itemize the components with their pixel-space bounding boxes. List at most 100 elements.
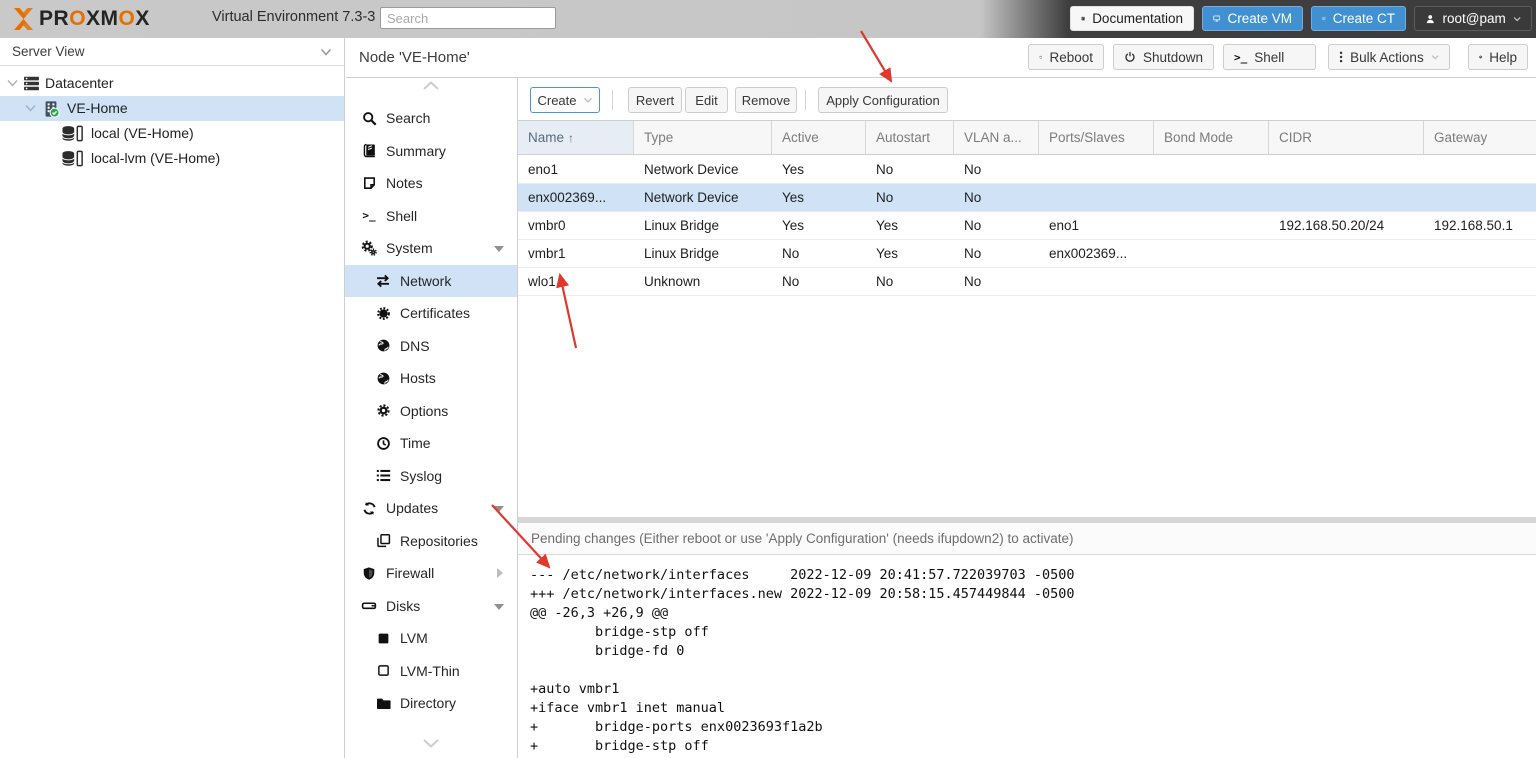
user-menu-button[interactable]: root@pam <box>1414 6 1532 31</box>
sidebar-item-updates[interactable]: Updates <box>345 492 517 525</box>
scroll-up-icon[interactable] <box>345 80 517 91</box>
datacenter-icon <box>23 75 40 92</box>
table-row[interactable]: enx002369... Network Device Yes No No <box>518 184 1536 212</box>
tree-item-storage-local-lvm[interactable]: local-lvm (VE-Home) <box>0 146 344 171</box>
column-header-name[interactable]: Name↑ <box>518 121 634 154</box>
page-title: Node 'VE-Home' <box>359 38 470 77</box>
reboot-button[interactable]: Reboot <box>1028 44 1104 70</box>
column-header-active[interactable]: Active <box>772 121 866 154</box>
tree-item-storage-local[interactable]: local (VE-Home) <box>0 121 344 146</box>
sidebar-item-search[interactable]: Search <box>345 102 517 135</box>
sidebar-item-system[interactable]: System <box>345 232 517 265</box>
search-input[interactable] <box>380 7 556 29</box>
node-icon <box>42 100 60 118</box>
view-selector[interactable]: Server View <box>0 38 344 66</box>
search-icon <box>360 111 378 126</box>
resource-tree-panel: Server View Datacenter <box>0 38 345 758</box>
remove-button[interactable]: Remove <box>735 87 797 113</box>
revert-button[interactable]: Revert <box>628 87 682 113</box>
folder-icon <box>374 697 392 710</box>
column-header-gateway[interactable]: Gateway <box>1424 121 1536 154</box>
sidebar-item-shell[interactable]: >_ Shell <box>345 200 517 233</box>
chevron-down-icon[interactable] <box>494 246 504 252</box>
note-icon <box>360 176 378 191</box>
chevron-expanded-icon[interactable] <box>25 104 36 112</box>
exchange-icon <box>374 274 392 288</box>
gear-icon <box>374 403 392 418</box>
sidebar-item-options[interactable]: Options <box>345 395 517 428</box>
tree-item-datacenter[interactable]: Datacenter <box>0 71 344 96</box>
create-button[interactable]: Create <box>530 87 600 113</box>
terminal-icon: >_ <box>1234 51 1247 64</box>
toolbar-separator <box>612 90 613 110</box>
table-row[interactable]: vmbr0 Linux Bridge Yes Yes No eno1 192.1… <box>518 212 1536 240</box>
shell-button[interactable]: >_ Shell <box>1223 44 1316 70</box>
help-icon: ? <box>1479 50 1482 64</box>
pending-changes-header: Pending changes (Either reboot or use 'A… <box>518 523 1536 555</box>
sidebar-item-certificates[interactable]: Certificates <box>345 297 517 330</box>
chevron-down-icon <box>1431 54 1439 61</box>
create-ct-button[interactable]: Create CT <box>1311 6 1406 31</box>
shutdown-button[interactable]: Shutdown <box>1113 44 1214 70</box>
sidebar-item-syslog[interactable]: Syslog <box>345 460 517 493</box>
table-row[interactable]: vmbr1 Linux Bridge No Yes No enx002369..… <box>518 240 1536 268</box>
sidebar-item-network[interactable]: Network <box>345 265 517 298</box>
chevron-down-icon[interactable] <box>494 506 504 512</box>
shield-icon <box>360 566 378 581</box>
tree-item-ve-home[interactable]: VE-Home <box>0 96 344 121</box>
pending-diff-text: --- /etc/network/interfaces 2022-12-09 2… <box>530 566 1075 756</box>
table-row[interactable]: eno1 Network Device Yes No No <box>518 156 1536 184</box>
bulk-actions-button[interactable]: Bulk Actions <box>1328 44 1450 70</box>
column-header-type[interactable]: Type <box>634 121 772 154</box>
scroll-down-icon[interactable] <box>345 738 517 749</box>
edit-button[interactable]: Edit <box>685 87 728 113</box>
globe-icon <box>374 338 392 353</box>
sidebar-item-summary[interactable]: Summary <box>345 135 517 168</box>
sidebar-item-time[interactable]: Time <box>345 427 517 460</box>
brand-name: PROXMOX <box>39 6 150 32</box>
documentation-button[interactable]: Documentation <box>1070 6 1194 31</box>
book-icon <box>1081 11 1085 26</box>
proxmox-logo: PROXMOX <box>10 6 150 32</box>
sidebar-item-repositories[interactable]: Repositories <box>345 525 517 558</box>
chevron-expanded-icon[interactable] <box>7 79 18 87</box>
square-filled-icon <box>374 632 392 645</box>
column-header-autostart[interactable]: Autostart <box>866 121 954 154</box>
column-header-vlan-aware[interactable]: VLAN a... <box>954 121 1039 154</box>
user-icon <box>1425 12 1436 26</box>
node-menu-sidebar: Search Summary <box>345 78 518 758</box>
power-icon <box>1124 50 1136 64</box>
refresh-icon <box>360 501 378 516</box>
sidebar-item-firewall[interactable]: Firewall <box>345 557 517 590</box>
sidebar-item-dns[interactable]: DNS <box>345 330 517 363</box>
chevron-down-icon <box>583 97 593 104</box>
sidebar-item-lvm[interactable]: LVM <box>345 622 517 655</box>
sort-asc-icon: ↑ <box>568 131 574 145</box>
sidebar-item-directory[interactable]: Directory <box>345 687 517 720</box>
toolbar-separator <box>805 90 806 110</box>
list-icon <box>374 469 392 482</box>
sidebar-item-hosts[interactable]: Hosts <box>345 362 517 395</box>
terminal-icon: >_ <box>360 209 378 222</box>
storage-icon <box>61 150 84 167</box>
column-header-cidr[interactable]: CIDR <box>1269 121 1424 154</box>
chevron-down-icon[interactable] <box>494 604 504 610</box>
ellipsis-vertical-icon <box>1339 50 1343 64</box>
apply-configuration-button[interactable]: Apply Configuration <box>818 87 948 113</box>
globe-icon <box>374 371 392 386</box>
column-header-ports-slaves[interactable]: Ports/Slaves <box>1039 121 1154 154</box>
book-icon <box>360 143 378 158</box>
chevron-down-icon <box>320 48 332 57</box>
reboot-icon <box>1039 50 1042 64</box>
monitor-icon <box>1213 11 1220 26</box>
chevron-down-icon <box>1513 15 1521 23</box>
sidebar-item-notes[interactable]: Notes <box>345 167 517 200</box>
table-row[interactable]: wlo1 Unknown No No No <box>518 268 1536 296</box>
drive-icon <box>360 598 378 613</box>
column-header-bond-mode[interactable]: Bond Mode <box>1154 121 1269 154</box>
sidebar-item-lvm-thin[interactable]: LVM-Thin <box>345 655 517 688</box>
create-vm-button[interactable]: Create VM <box>1202 6 1303 31</box>
sidebar-item-disks[interactable]: Disks <box>345 590 517 623</box>
help-button[interactable]: ? Help <box>1468 44 1528 70</box>
chevron-right-icon[interactable] <box>497 568 503 578</box>
